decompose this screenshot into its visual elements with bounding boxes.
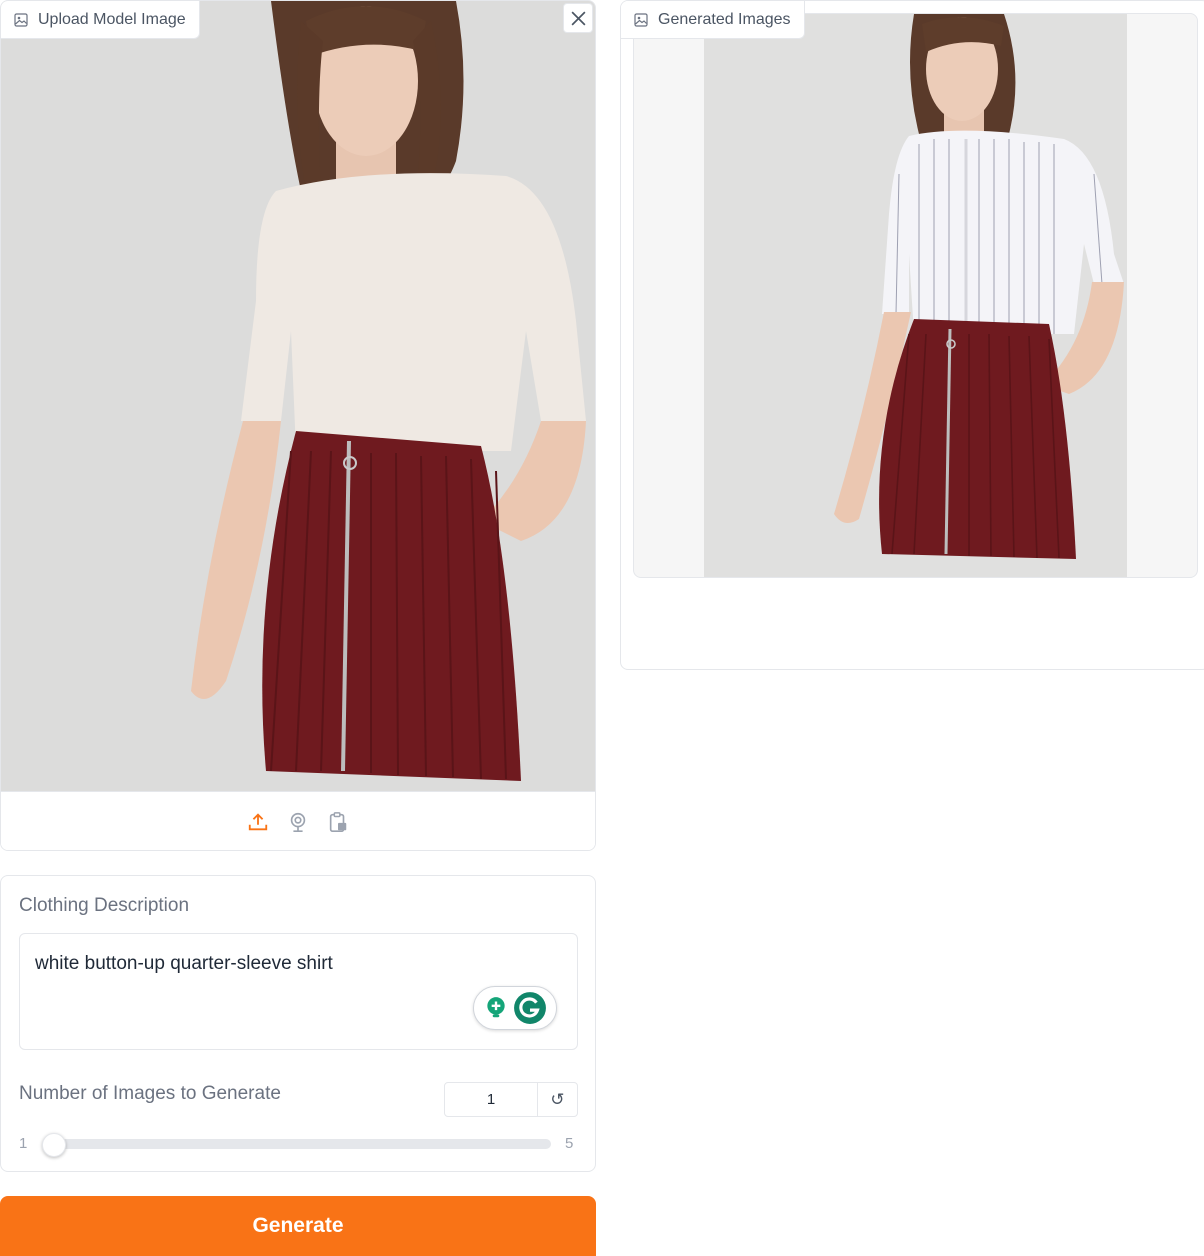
image-count-label: Number of Images to Generate [19, 1083, 281, 1104]
webcam-icon[interactable] [287, 810, 309, 834]
image-count-slider-thumb[interactable] [42, 1133, 66, 1157]
image-icon [634, 12, 648, 27]
clothing-description-input[interactable]: white button-up quarter-sleeve shirt [19, 933, 578, 1050]
reset-button[interactable]: ↺ [537, 1082, 578, 1117]
generate-button[interactable]: Generate [0, 1196, 596, 1256]
grammarly-icon[interactable] [513, 991, 547, 1025]
generation-settings-panel: Clothing Description white button-up qua… [0, 875, 596, 1172]
grammarly-widget[interactable] [473, 986, 557, 1030]
image-source-toolbar [1, 791, 595, 850]
close-icon [570, 10, 587, 27]
generated-image-gallery[interactable] [633, 13, 1198, 578]
upload-model-image-panel: Upload Model Image [0, 0, 596, 851]
generated-image[interactable] [704, 14, 1127, 577]
clipboard-icon[interactable] [327, 810, 349, 834]
upload-icon[interactable] [247, 810, 269, 834]
clear-image-button[interactable] [563, 3, 593, 33]
image-count-slider-track[interactable] [51, 1139, 551, 1149]
image-count-input[interactable]: 1 [444, 1082, 538, 1117]
output-label-text: Generated Images [658, 10, 791, 28]
image-icon [14, 12, 28, 27]
reset-icon: ↺ [550, 1089, 565, 1109]
model-image-preview [1, 1, 595, 791]
upload-block-label: Upload Model Image [1, 1, 200, 39]
output-block-label: Generated Images [621, 1, 805, 39]
upload-label-text: Upload Model Image [38, 10, 186, 28]
slider-max-label: 5 [565, 1135, 574, 1152]
slider-min-label: 1 [19, 1135, 28, 1152]
clothing-description-value: white button-up quarter-sleeve shirt [35, 953, 333, 974]
lightbulb-icon[interactable] [483, 995, 509, 1021]
generated-images-panel: Generated Images [620, 0, 1204, 670]
clothing-description-label: Clothing Description [19, 895, 190, 916]
